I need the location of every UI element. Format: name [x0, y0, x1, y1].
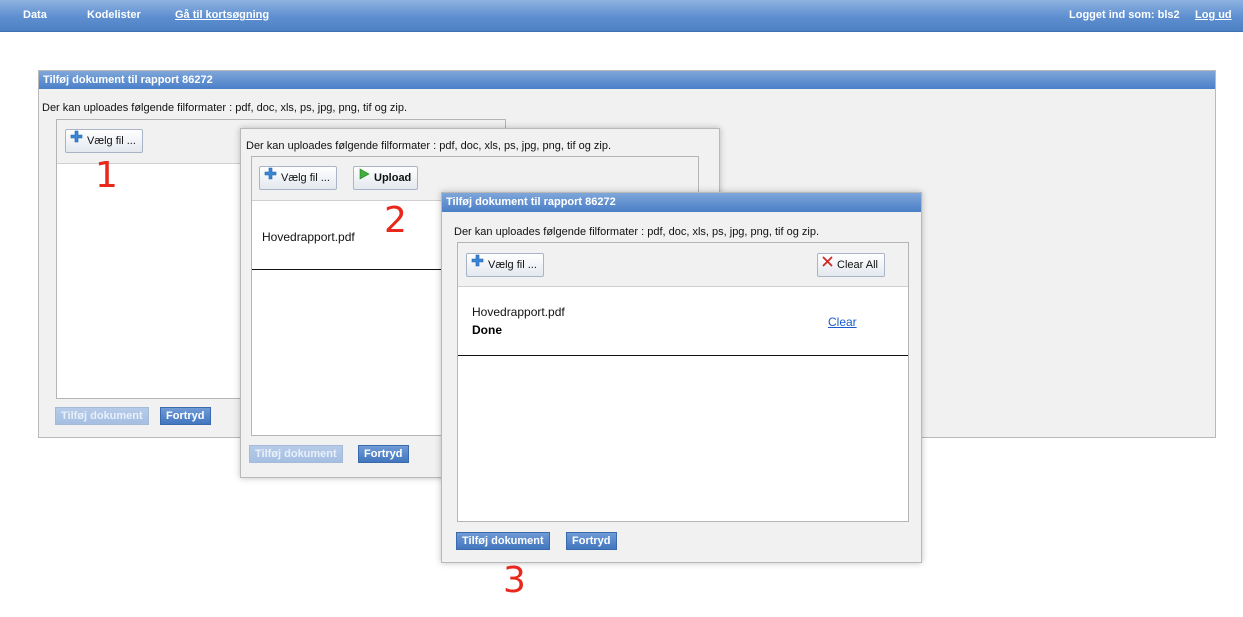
plus-icon: [471, 253, 484, 275]
allowed-formats-text: Der kan uploades følgende filformater : …: [454, 226, 820, 238]
allowed-formats-text: Der kan uploades følgende filformater : …: [42, 102, 408, 114]
nav-quick-search-link[interactable]: Gå til kortsøgning: [175, 9, 269, 21]
choose-file-button[interactable]: Vælg fil ...: [466, 253, 544, 277]
choose-file-label: Vælg fil ...: [281, 172, 330, 184]
step-number-3: 3: [503, 560, 526, 601]
clear-file-link[interactable]: Clear: [828, 315, 857, 329]
add-document-button[interactable]: Tilføj dokument: [249, 445, 343, 463]
clear-all-button[interactable]: Clear All: [817, 253, 885, 277]
step-number-1: 1: [95, 155, 118, 196]
top-nav-bar: Data Kodelister Gå til kortsøgning Logge…: [0, 0, 1243, 32]
allowed-formats-text: Der kan uploades følgende filformater : …: [246, 140, 612, 152]
dialog-title: Tilføj dokument til rapport 86272: [39, 71, 1215, 89]
queued-file-name: Hovedrapport.pdf: [262, 230, 355, 244]
choose-file-button[interactable]: Vælg fil ...: [259, 166, 337, 190]
dialog-title: Tilføj dokument til rapport 86272: [442, 193, 921, 212]
logged-in-user: Logget ind som: bls2: [1069, 9, 1180, 21]
plus-icon: [264, 166, 277, 188]
cancel-button[interactable]: Fortryd: [160, 407, 211, 425]
choose-file-button[interactable]: Vælg fil ...: [65, 129, 143, 153]
choose-file-label: Vælg fil ...: [488, 259, 537, 271]
nav-data[interactable]: Data: [23, 9, 47, 21]
logout-link[interactable]: Log ud: [1195, 9, 1232, 21]
play-arrow-icon: [358, 166, 370, 188]
choose-file-label: Vælg fil ...: [87, 135, 136, 147]
cancel-button[interactable]: Fortryd: [358, 445, 409, 463]
nav-kodelister[interactable]: Kodelister: [87, 9, 141, 21]
plus-icon: [70, 129, 83, 151]
upload-status: Done: [472, 323, 502, 337]
x-icon: [822, 253, 833, 275]
step-number-2: 2: [384, 200, 407, 241]
uploader-toolbar: Vælg fil ... Clear All: [458, 243, 908, 287]
add-document-button[interactable]: Tilføj dokument: [55, 407, 149, 425]
add-document-button[interactable]: Tilføj dokument: [456, 532, 550, 550]
file-uploader: Vælg fil ... Clear All Hovedrapport.pdf …: [457, 242, 909, 522]
clear-all-label: Clear All: [837, 259, 878, 271]
dialog-step-3: Tilføj dokument til rapport 86272 Der ka…: [441, 192, 922, 563]
uploaded-file-name: Hovedrapport.pdf: [472, 305, 565, 319]
row-divider: [458, 355, 908, 356]
cancel-button[interactable]: Fortryd: [566, 532, 617, 550]
upload-label: Upload: [374, 172, 412, 184]
upload-button[interactable]: Upload: [353, 166, 419, 190]
